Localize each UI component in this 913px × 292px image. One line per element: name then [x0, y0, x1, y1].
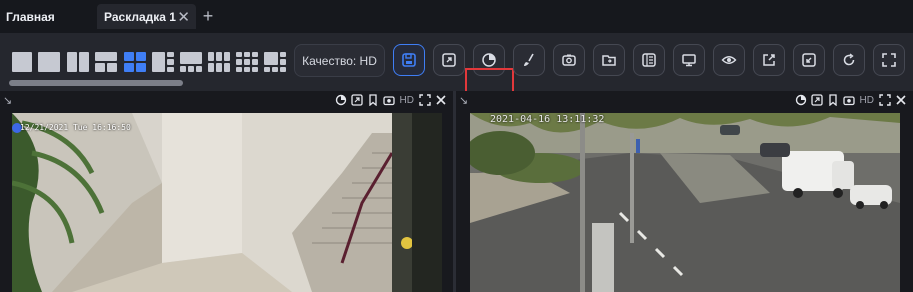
layout-1x1-icon[interactable] — [12, 52, 32, 72]
layout-1plus2-icon[interactable] — [95, 52, 117, 72]
export-button[interactable] — [753, 44, 785, 76]
close-icon[interactable]: ✕ — [177, 8, 190, 26]
refresh-button[interactable] — [833, 44, 865, 76]
bookmark-icon[interactable] — [827, 94, 839, 106]
folder-button[interactable] — [593, 44, 625, 76]
layout-2x1-icon[interactable] — [67, 52, 89, 72]
archive-icon — [642, 53, 656, 67]
osd-timestamp: 2021-04-16 13:11:32 — [490, 114, 605, 125]
quality-label: Качество: HD — [302, 53, 377, 68]
fullscreen-icon — [882, 53, 896, 67]
panel-controls: HD — [795, 94, 907, 106]
quality-selector[interactable]: Качество: HD — [294, 44, 385, 77]
eye-icon — [721, 56, 737, 64]
tab-home[interactable]: Главная — [0, 4, 92, 29]
brush-button[interactable] — [513, 44, 545, 76]
export-icon — [763, 54, 775, 66]
shrink-icon — [802, 53, 816, 67]
view-button[interactable] — [713, 44, 745, 76]
panel-controls: HD — [335, 94, 447, 106]
layout-1plus5-icon[interactable] — [264, 52, 286, 72]
camera-icon — [562, 54, 576, 66]
layout-2x2-icon[interactable] — [124, 52, 146, 72]
save-button[interactable] — [393, 44, 425, 76]
folder-icon — [602, 55, 616, 66]
close-icon[interactable] — [895, 94, 907, 106]
bookmark-icon[interactable] — [367, 94, 379, 106]
expand-button[interactable] — [433, 44, 465, 76]
video-feed-street[interactable]: 2021-04-16 13:11:32 — [470, 113, 900, 292]
timeline-icon[interactable] — [795, 94, 807, 106]
expand-icon[interactable] — [810, 94, 823, 106]
video-feed-hallway[interactable]: 12/21/2021 Tue 16:16:50 — [12, 113, 442, 292]
layout-3x3-icon[interactable] — [236, 52, 258, 72]
camera-panel-right[interactable]: ↘ HD 2021-04-16 13:11:32 — [456, 91, 913, 292]
expand-icon[interactable] — [350, 94, 363, 106]
timeline-icon[interactable] — [335, 94, 347, 106]
timeline-icon — [482, 53, 496, 67]
tab-home-label: Главная — [6, 9, 55, 24]
monitor-button[interactable] — [673, 44, 705, 76]
camera-icon[interactable] — [382, 94, 395, 106]
resize-corner-icon[interactable]: ↘ — [3, 94, 12, 107]
layout-1plus3-wide-icon[interactable] — [180, 52, 202, 72]
brush-icon — [524, 53, 534, 66]
panel-header: ↘ HD — [456, 91, 913, 113]
refresh-icon — [843, 53, 855, 66]
panel-header: ↘ HD — [0, 91, 453, 113]
expand-icon — [442, 53, 456, 67]
layouts-scrollbar[interactable] — [9, 80, 183, 86]
shrink-button[interactable] — [793, 44, 825, 76]
resize-corner-icon[interactable]: ↘ — [459, 94, 468, 107]
hallway-scene — [12, 113, 442, 292]
snapshot-button[interactable] — [553, 44, 585, 76]
camera-panel-left[interactable]: ↘ HD 12/21/2021 Tue 16:16:50 — [0, 91, 453, 292]
fullscreen-icon[interactable] — [419, 94, 431, 106]
tab-layout-1[interactable]: Раскладка 1 ✕ — [97, 4, 196, 29]
fullscreen-button[interactable] — [873, 44, 905, 76]
quality-badge[interactable]: HD — [400, 95, 414, 106]
archive-button[interactable] — [633, 44, 665, 76]
close-icon[interactable] — [435, 94, 447, 106]
layout-1plus3-icon[interactable] — [152, 52, 174, 72]
timeline-button[interactable] — [473, 44, 505, 76]
osd-timestamp: 12/21/2021 Tue 16:16:50 — [20, 123, 131, 132]
save-icon — [402, 53, 416, 67]
add-tab-button[interactable]: + — [200, 6, 216, 27]
toolbar: Качество: HD — [0, 33, 913, 118]
monitor-icon — [682, 54, 696, 67]
layout-single-wide-icon[interactable] — [38, 52, 60, 72]
camera-icon[interactable] — [842, 94, 855, 106]
tab-layout-label: Раскладка 1 — [104, 9, 176, 24]
fullscreen-icon[interactable] — [879, 94, 891, 106]
quality-badge[interactable]: HD — [860, 95, 874, 106]
tab-bar: Главная Раскладка 1 ✕ + — [0, 0, 913, 33]
street-scene — [470, 113, 900, 292]
layout-3x2-icon[interactable] — [208, 52, 230, 72]
